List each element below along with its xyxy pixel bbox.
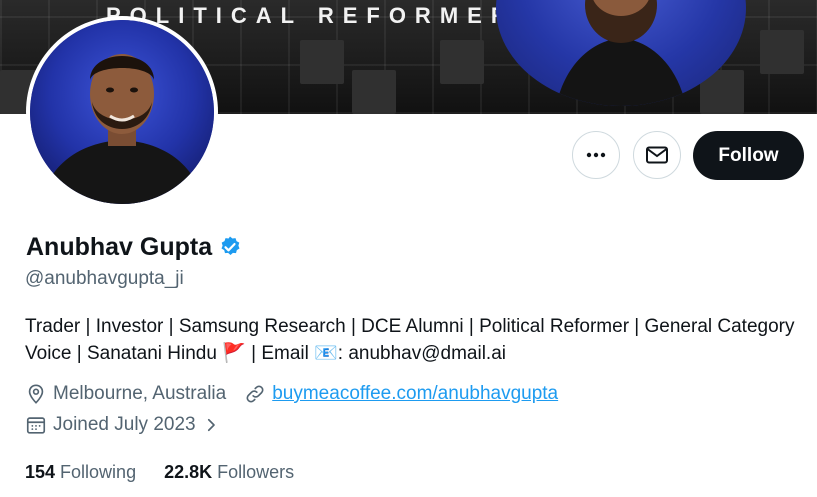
chevron-right-icon: [207, 418, 215, 432]
verified-badge-icon[interactable]: [218, 235, 242, 259]
more-icon: [586, 152, 606, 158]
location-text: Melbourne, Australia: [53, 383, 227, 404]
calendar-icon: [26, 417, 46, 434]
more-options-button[interactable]: [572, 131, 620, 179]
profile-name: Anubhav Gupta: [26, 233, 213, 261]
banner-title: POLITICAL REFORMER: [106, 3, 516, 28]
following-count: 154: [25, 462, 56, 482]
banner-tile: [760, 30, 804, 74]
following-stat[interactable]: 154 Following: [25, 462, 136, 483]
joined-text: Joined July 2023: [53, 414, 196, 435]
banner-tile: [440, 40, 484, 84]
avatar-image: [30, 20, 214, 204]
joined-item[interactable]: Joined July 2023: [25, 414, 220, 436]
profile-bio: Trader | Investor | Samsung Research | D…: [25, 316, 795, 364]
following-label: Following: [60, 462, 137, 482]
follow-button[interactable]: Follow: [693, 131, 804, 180]
location-pin-icon: [28, 384, 44, 404]
joined-row[interactable]: Joined July 2023: [25, 414, 220, 436]
website-item[interactable]: buymeacoffee.com/anubhavgupta: [244, 383, 558, 405]
followers-label: Followers: [217, 462, 295, 482]
link-icon: [246, 385, 264, 403]
message-button[interactable]: [633, 131, 681, 179]
profile-handle: @anubhavgupta_ji: [25, 268, 184, 289]
envelope-icon: [646, 146, 668, 164]
profile-meta-row: Melbourne, Australia buymeacoffee.com/an…: [25, 383, 558, 405]
followers-count: 22.8K: [164, 462, 213, 482]
banner-tile: [352, 70, 396, 114]
banner-tile: [300, 40, 344, 84]
followers-stat[interactable]: 22.8K Followers: [164, 462, 294, 483]
location-item: Melbourne, Australia: [25, 383, 226, 405]
follow-stats: 154 Following 22.8K Followers: [25, 462, 294, 483]
website-link[interactable]: buymeacoffee.com/anubhavgupta: [272, 383, 558, 405]
profile-name-row: Anubhav Gupta: [26, 230, 242, 264]
avatar[interactable]: [26, 16, 218, 208]
